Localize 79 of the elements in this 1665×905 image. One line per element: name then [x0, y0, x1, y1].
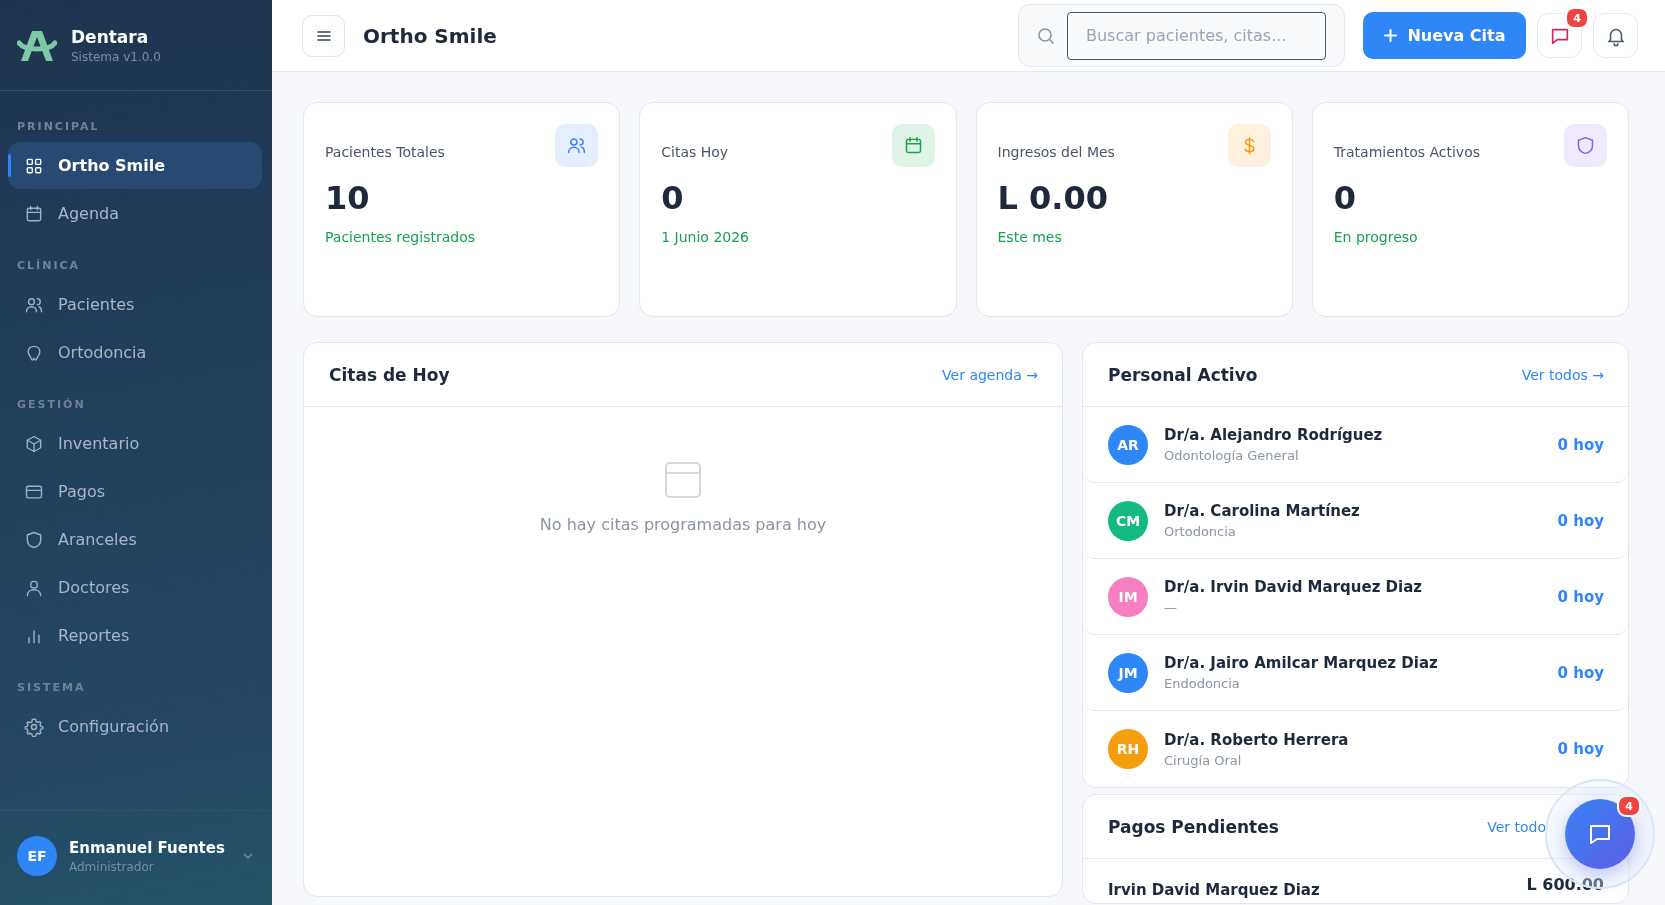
stat-note: Pacientes registrados [325, 229, 476, 245]
staff-row[interactable]: RH Dr/a. Roberto Herrera Cirugía Oral 0 hoy [1083, 711, 1628, 787]
empty-calendar-icon [664, 461, 702, 499]
doctor-avatar: AR [1108, 424, 1148, 465]
nav-item[interactable]: Reportes [8, 612, 262, 659]
shield-icon [24, 529, 44, 550]
doctor-specialty: Endodoncia [1164, 676, 1241, 691]
panel-title: Citas de Hoy [329, 364, 450, 385]
calendar-icon [24, 203, 44, 224]
user-name: Enmanuel Fuentes [69, 838, 225, 857]
messages-button[interactable] [1537, 13, 1582, 58]
nav-item[interactable]: Pacientes [8, 281, 262, 328]
doctor-specialty: — [1164, 600, 1178, 615]
appointments-today: 0 hoy [1557, 511, 1604, 530]
doctor-avatar: CM [1108, 500, 1148, 541]
cube-icon [24, 433, 44, 454]
doctor-specialty: Ortodoncia [1164, 524, 1237, 539]
empty-message: No hay citas programadas para hoy [539, 515, 827, 534]
page-title: Ortho Smile [363, 23, 497, 48]
stat-label: Ingresos del Mes [997, 143, 1115, 160]
stat-label: Citas Hoy [661, 143, 729, 160]
section-title: CLÍNICA [16, 258, 82, 274]
nav-item[interactable]: Inventario [8, 420, 262, 467]
nav-item[interactable]: Ortho Smile [8, 142, 262, 189]
stat-note: En progreso [1333, 229, 1419, 245]
panel-title: Pagos Pendientes [1108, 816, 1279, 837]
settings-icon [24, 716, 44, 737]
doctor-specialty: Cirugía Oral [1164, 752, 1243, 768]
nav-item[interactable]: Configuración [8, 703, 262, 750]
notifications-button[interactable] [1593, 13, 1638, 58]
doctor-avatar: RH [1108, 729, 1148, 769]
view-all-link[interactable]: Ver todo [1487, 818, 1546, 835]
staff-row[interactable]: JM Dr/a. Jairo Amilcar Marquez Diaz Endodoncia 0 hoy [1083, 635, 1628, 711]
nav-item[interactable]: Aranceles [8, 516, 262, 563]
panel-title: Personal Activo [1108, 364, 1258, 385]
doctor-name: Dr/a. Roberto Herrera [1164, 730, 1349, 749]
stat-value: 0 [1333, 179, 1357, 217]
doctor-avatar: IM [1108, 576, 1148, 617]
nav-item[interactable]: Agenda [8, 190, 262, 237]
plus-icon [1383, 28, 1399, 43]
stat-note: 1 Junio 2026 [661, 229, 751, 245]
user-avatar: EF [17, 836, 57, 876]
search-icon [1036, 25, 1056, 46]
brand-name: Dentara [71, 26, 150, 47]
appointments-today: 0 hoy [1557, 435, 1604, 454]
notification-badge: 4 [1565, 7, 1589, 29]
nav-item[interactable]: Ortodoncia [8, 329, 262, 376]
appointments-today: 0 hoy [1557, 740, 1604, 758]
appointments-today: 0 hoy [1557, 587, 1604, 606]
doctor-specialty: Odontología General [1164, 448, 1300, 463]
stat-value: 0 [661, 179, 685, 217]
version-text: Sistema v1.0.0 [71, 49, 161, 64]
patient-name: Irvin David Marquez Diaz [1108, 881, 1320, 901]
chat-badge: 4 [1617, 795, 1641, 817]
staff-row[interactable]: CM Dr/a. Carolina Martínez Ortodoncia 0 hoy [1083, 483, 1628, 559]
user-role: Administrador [69, 859, 155, 874]
doctor-name: Dr/a. Carolina Martínez [1164, 502, 1360, 520]
new-appointment-button[interactable]: Nueva Cita [1363, 12, 1526, 59]
nav-item[interactable]: Doctores [8, 564, 262, 611]
stat-label: Pacientes Totales [325, 143, 445, 160]
doctor-name: Dr/a. Alejandro Rodríguez [1164, 426, 1383, 444]
staff-row[interactable]: IM Dr/a. Irvin David Marquez Diaz — 0 hoy [1083, 559, 1628, 635]
doctor-avatar: JM [1108, 652, 1148, 693]
stat-note: Este mes [997, 229, 1063, 245]
stat-label: Tratamientos Activos [1333, 143, 1480, 160]
nav-item[interactable]: Pagos [8, 468, 262, 515]
section-title: PRINCIPAL [16, 119, 101, 135]
view-all-link[interactable]: Ver todos → [1521, 366, 1604, 383]
menu-button[interactable] [302, 14, 345, 57]
search-field[interactable]: Buscar pacientes, citas... [1067, 11, 1326, 60]
section-title: GESTIÓN [16, 397, 87, 413]
appointments-today: 0 hoy [1557, 663, 1604, 682]
view-agenda-link[interactable]: Ver agenda → [942, 366, 1038, 383]
section-title: SISTEMA [16, 680, 87, 696]
doctor-name: Dr/a. Irvin David Marquez Diaz [1164, 578, 1423, 596]
stat-value: L 0.00 [997, 179, 1109, 217]
doctor-name: Dr/a. Jairo Amilcar Marquez Diaz [1164, 654, 1438, 672]
stat-value: 10 [325, 179, 371, 217]
staff-row[interactable]: AR Dr/a. Alejandro Rodríguez Odontología General 0 hoy [1083, 407, 1628, 483]
